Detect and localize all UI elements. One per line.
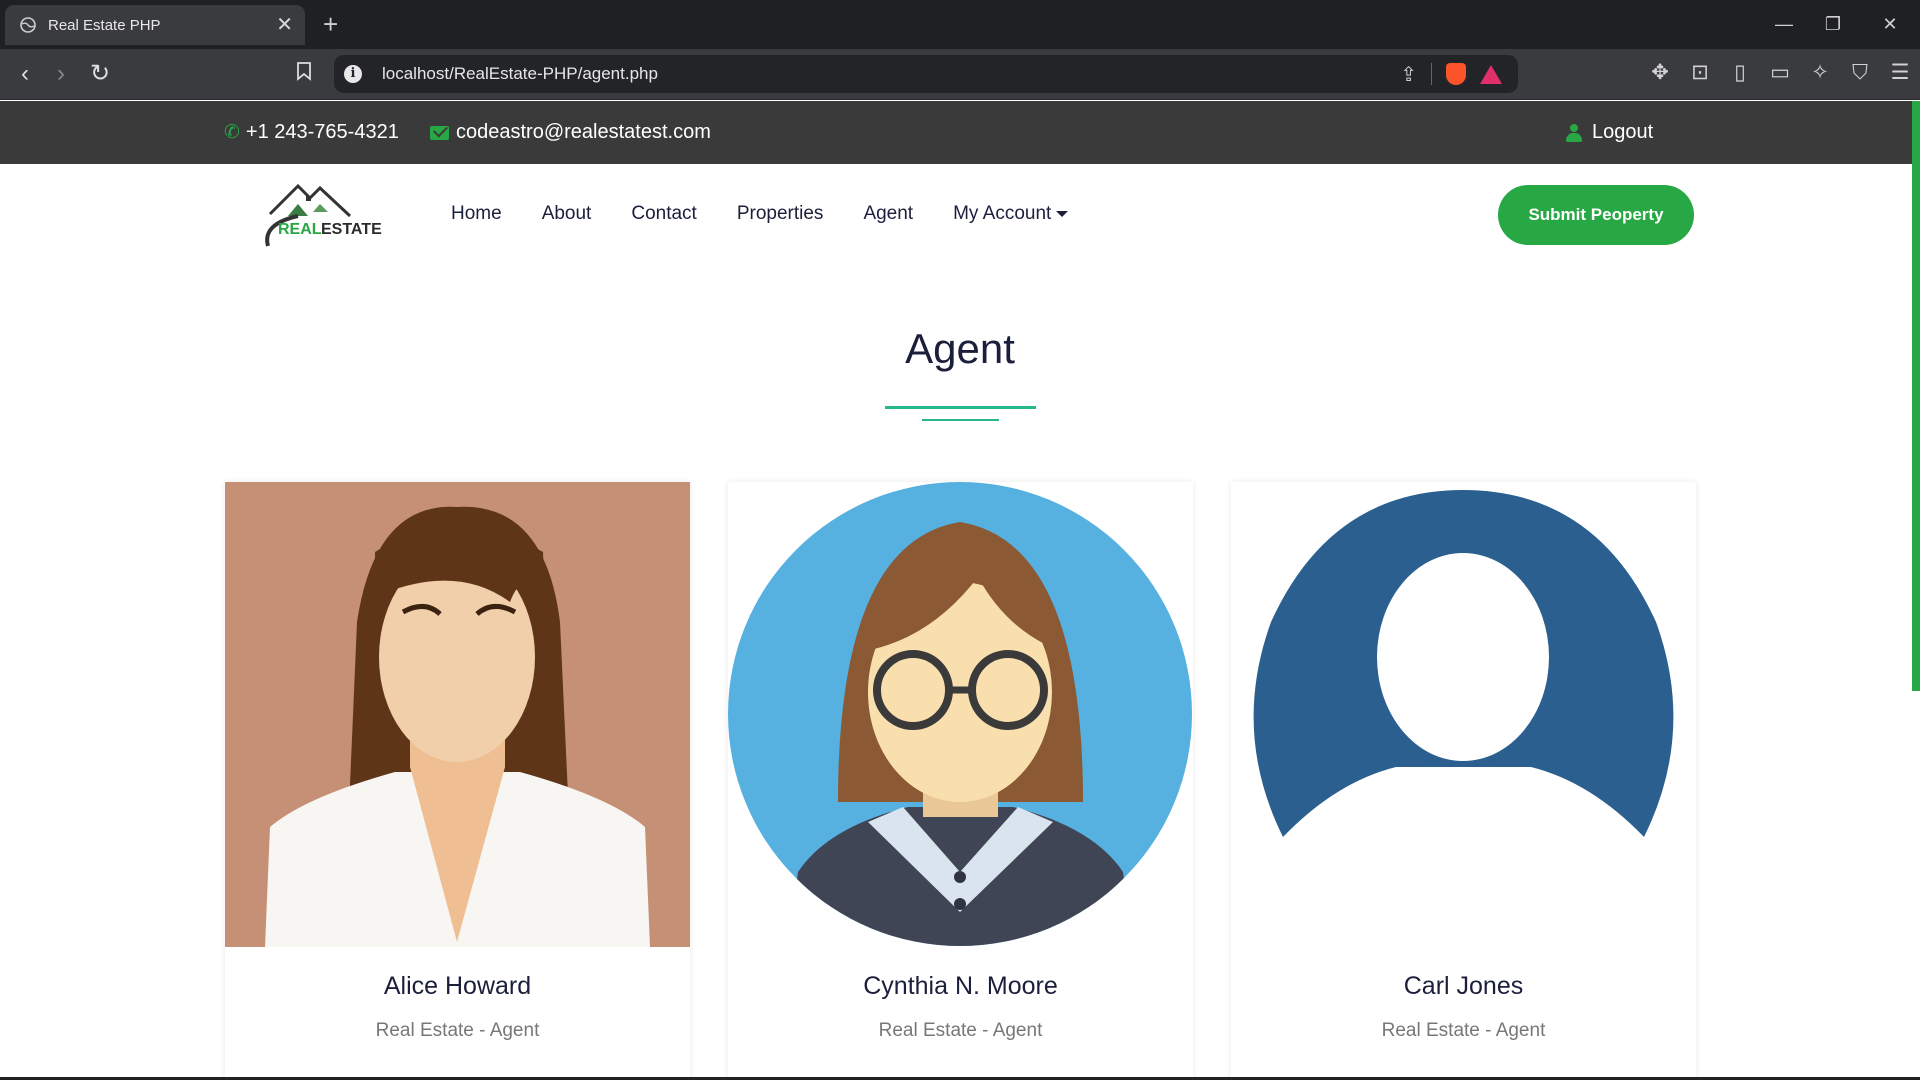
phone-contact[interactable]: ✆ +1 243-765-4321	[224, 101, 399, 164]
agent-avatar-female-1	[225, 482, 690, 947]
nav-about[interactable]: About	[542, 203, 592, 225]
logo-text-real: REAL	[278, 221, 322, 238]
nav-contact[interactable]: Contact	[631, 203, 696, 225]
agent-role: Real Estate - Agent	[375, 1020, 540, 1041]
nav-my-account-label: My Account	[953, 203, 1052, 224]
web-page: ✆ +1 243-765-4321 codeastro@realestatest…	[0, 101, 1920, 1080]
email-address: codeastro@realestatest.com	[456, 121, 711, 143]
submit-property-button[interactable]: Submit Peoperty	[1498, 185, 1694, 245]
agent-name[interactable]: Cynthia N. Moore	[728, 972, 1193, 1001]
minimize-button[interactable]: —	[1764, 10, 1804, 38]
title-divider-short	[922, 419, 999, 421]
site-header: REAL ESTATE Home About Contact Propertie…	[0, 164, 1920, 264]
page-title: Agent	[905, 325, 1015, 372]
agent-avatar-placeholder	[1231, 482, 1696, 947]
reload-icon[interactable]: ↻	[84, 59, 116, 91]
agent-name[interactable]: Carl Jones	[1231, 972, 1696, 1001]
nav-my-account[interactable]: My Account	[953, 203, 1069, 225]
agent-role: Real Estate - Agent	[878, 1020, 1043, 1041]
tab-title: Real Estate PHP	[48, 16, 161, 34]
envelope-icon	[430, 125, 449, 140]
logo-text-estate: ESTATE	[321, 221, 382, 238]
vpn-icon[interactable]: ⛉	[1848, 61, 1872, 85]
agent-card[interactable]: Carl Jones Real Estate - Agent	[1231, 482, 1696, 1080]
brave-rewards-icon[interactable]	[1480, 64, 1502, 84]
url-text[interactable]: localhost/RealEstate-PHP/agent.php	[382, 64, 1400, 84]
separator	[1431, 63, 1432, 85]
wallet-icon[interactable]: ▭	[1768, 61, 1792, 85]
restore-button[interactable]: ❐	[1813, 10, 1853, 38]
contact-topbar: ✆ +1 243-765-4321 codeastro@realestatest…	[0, 101, 1920, 164]
agent-avatar-female-2	[728, 482, 1193, 947]
email-contact[interactable]: codeastro@realestatest.com	[430, 101, 711, 164]
brave-shields-icon[interactable]	[1446, 63, 1466, 85]
sidebar-icon[interactable]: ▯	[1728, 61, 1752, 85]
user-icon	[1566, 123, 1582, 142]
browser-toolbar: ‹ › ↻ i localhost/RealEstate-PHP/agent.p…	[0, 49, 1920, 100]
agent-role: Real Estate - Agent	[1381, 1020, 1546, 1041]
leo-ai-icon[interactable]: ✧	[1808, 61, 1832, 85]
logout-label: Logout	[1592, 121, 1654, 143]
phone-number: +1 243-765-4321	[245, 121, 399, 143]
agent-card[interactable]: Cynthia N. Moore Real Estate - Agent	[728, 482, 1193, 1080]
extensions-icon[interactable]: ✥	[1648, 61, 1672, 85]
screenshot-icon[interactable]: ⊡	[1688, 61, 1712, 85]
new-tab-button[interactable]: +	[323, 10, 338, 38]
browser-tab-bar: Real Estate PHP ✕ + — ❐ ✕	[0, 0, 1920, 49]
scrollbar-thumb[interactable]	[1912, 101, 1920, 691]
close-window-button[interactable]: ✕	[1870, 10, 1910, 38]
nav-agent[interactable]: Agent	[863, 203, 913, 225]
title-divider	[885, 406, 1036, 409]
logout-link[interactable]: Logout	[1566, 101, 1653, 164]
main-nav: Home About Contact Properties Agent My A…	[451, 164, 1108, 264]
site-logo[interactable]: REAL ESTATE	[258, 176, 388, 254]
address-bar[interactable]: i localhost/RealEstate-PHP/agent.php ⇪	[334, 55, 1518, 93]
nav-home[interactable]: Home	[451, 203, 502, 225]
agent-name[interactable]: Alice Howard	[225, 972, 690, 1001]
nav-properties[interactable]: Properties	[737, 203, 824, 225]
browser-tab[interactable]: Real Estate PHP ✕	[5, 5, 305, 45]
site-info-icon[interactable]: i	[344, 65, 362, 83]
tab-close-icon[interactable]: ✕	[276, 15, 293, 35]
agent-card[interactable]: Alice Howard Real Estate - Agent	[225, 482, 690, 1080]
caret-down-icon	[1056, 211, 1069, 217]
menu-icon[interactable]: ☰	[1888, 61, 1912, 85]
back-icon[interactable]: ‹	[9, 59, 41, 91]
share-icon[interactable]: ⇪	[1400, 62, 1417, 87]
globe-icon	[20, 17, 36, 33]
bookmark-icon[interactable]	[288, 59, 320, 91]
forward-icon[interactable]: ›	[45, 59, 77, 91]
phone-icon: ✆	[224, 122, 240, 143]
